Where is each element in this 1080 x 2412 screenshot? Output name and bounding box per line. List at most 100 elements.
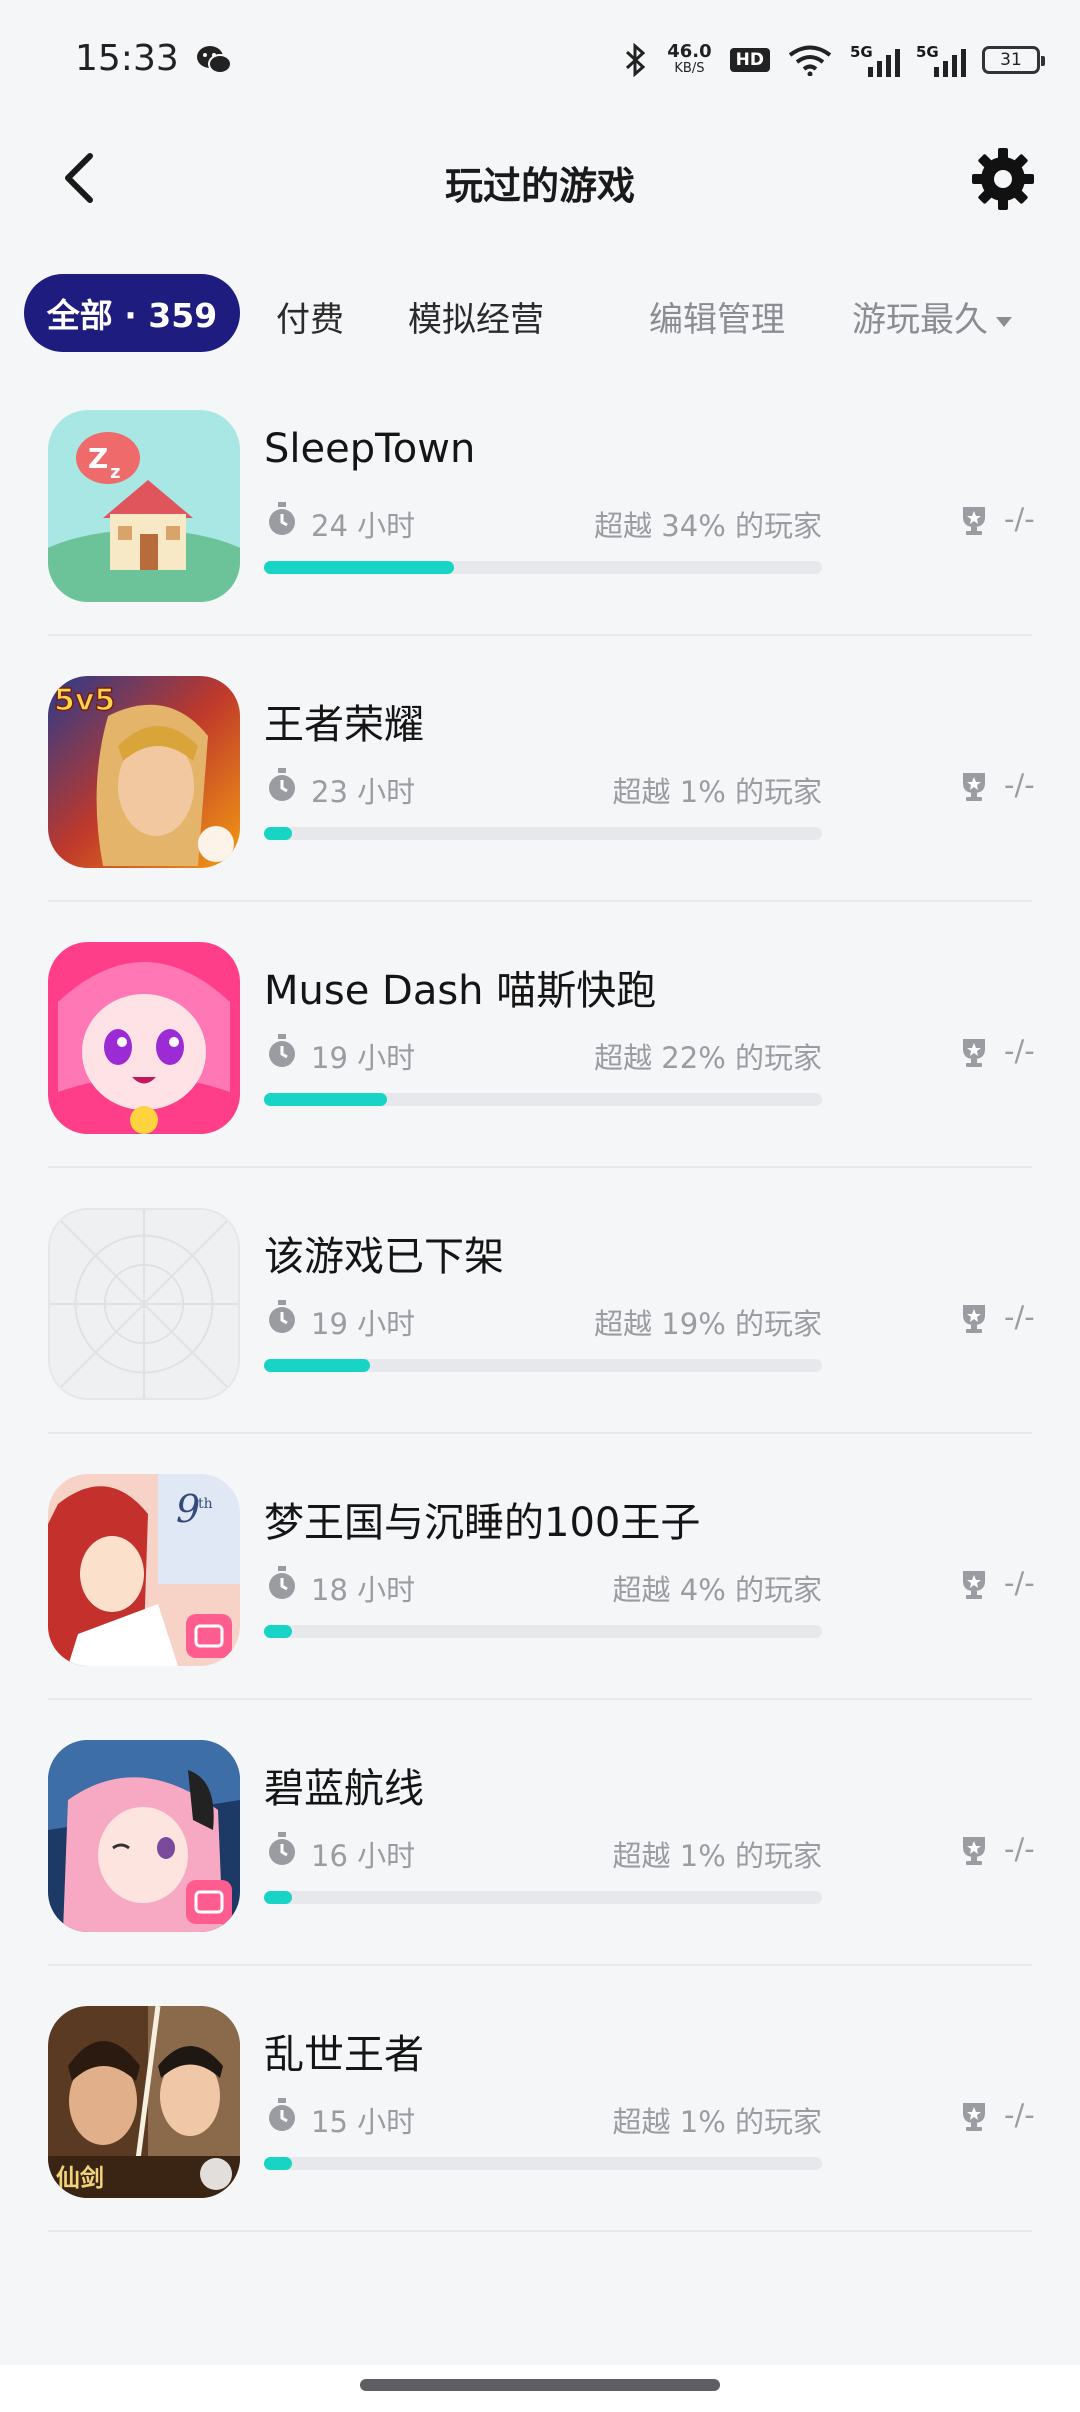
svg-text:z: z xyxy=(110,462,120,483)
play-hours: 23 小时 xyxy=(311,775,416,809)
muse-dash-app-icon xyxy=(48,942,240,1134)
bluetooth-icon xyxy=(626,43,646,77)
play-hours: 24 小时 xyxy=(311,509,416,543)
play-hours: 19 小时 xyxy=(311,1041,416,1075)
edit-manage-button[interactable]: 编辑管理 xyxy=(649,292,785,341)
game-list: Z z SleepTown 24 小时 超越 34% 的玩家 -/- 5v5 王… xyxy=(0,370,1080,2232)
svg-text:th: th xyxy=(198,1496,213,1512)
trophy-icon xyxy=(963,2103,985,2131)
svg-text:9: 9 xyxy=(176,1487,200,1531)
gear-icon[interactable] xyxy=(970,146,1036,212)
header: 玩过的游戏 xyxy=(0,130,1080,230)
sort-label: 游玩最久 xyxy=(852,300,988,340)
status-bar: 15:33 46.0 KB/S HD 5G 5G 31 xyxy=(0,0,1080,120)
trophy-icon xyxy=(963,1837,985,1865)
honor-of-kings-app-icon: 5v5 xyxy=(48,676,240,868)
progress-fill xyxy=(264,561,454,574)
sort-dropdown[interactable]: 游玩最久 xyxy=(852,292,1012,341)
trophy-icon xyxy=(963,1039,985,1067)
progress-track xyxy=(264,1359,822,1372)
hd-voice-badge: HD xyxy=(729,48,770,72)
list-item[interactable]: 该游戏已下架 19 小时 超越 19% 的玩家 -/- xyxy=(0,1168,1080,1434)
beats-percent: 超越 19% 的玩家 xyxy=(594,1307,822,1341)
svg-text:Z: Z xyxy=(88,442,108,475)
stopwatch-icon xyxy=(269,1832,295,1865)
list-item[interactable]: Z z SleepTown 24 小时 超越 34% 的玩家 -/- xyxy=(0,370,1080,636)
beats-percent: 超越 4% 的玩家 xyxy=(612,1573,822,1607)
filter-tabs: 全部 · 359 付费 模拟经营 编辑管理 游玩最久 xyxy=(24,274,1080,354)
luanshi-wangzhe-app-icon: 仙剑 xyxy=(48,2006,240,2198)
play-hours: 15 小时 xyxy=(311,2105,416,2139)
game-name: SleepTown xyxy=(264,426,476,472)
game-name: Muse Dash 喵斯快跑 xyxy=(264,968,657,1014)
play-hours: 18 小时 xyxy=(311,1573,416,1607)
stopwatch-icon xyxy=(269,502,295,535)
rank-value: -/- xyxy=(1004,502,1035,536)
progress-track xyxy=(264,1093,822,1106)
tab-simulation[interactable]: 模拟经营 xyxy=(408,292,544,341)
progress-fill xyxy=(264,1359,370,1372)
stopwatch-icon xyxy=(269,2098,295,2131)
game-name: 该游戏已下架 xyxy=(264,1234,504,1280)
page-title: 玩过的游戏 xyxy=(444,164,635,208)
stopwatch-icon xyxy=(269,1034,295,1067)
beats-percent: 超越 1% 的玩家 xyxy=(612,775,822,809)
wifi-icon xyxy=(788,45,832,76)
progress-track xyxy=(264,1891,822,1904)
svg-text:5v5: 5v5 xyxy=(54,683,115,718)
trophy-icon xyxy=(963,1571,985,1599)
list-item[interactable]: 5v5 王者荣耀 23 小时 超越 1% 的玩家 -/- xyxy=(0,636,1080,902)
caret-down-icon xyxy=(996,316,1012,327)
play-hours: 19 小时 xyxy=(311,1307,416,1341)
signal-sim2-icon: 5G xyxy=(916,43,966,77)
beats-percent: 超越 22% 的玩家 xyxy=(594,1041,822,1075)
progress-fill xyxy=(264,1093,387,1106)
list-item[interactable]: 9 th 梦王国与沉睡的100王子 18 小时 超越 4% 的玩家 -/- xyxy=(0,1434,1080,1700)
rank-value: -/- xyxy=(1004,1300,1035,1334)
beats-percent: 超越 1% 的玩家 xyxy=(612,1839,822,1873)
rank-value: -/- xyxy=(1004,1566,1035,1600)
rank-value: -/- xyxy=(1004,1832,1035,1866)
sleeptown-app-icon: Z z xyxy=(48,410,240,602)
progress-fill xyxy=(264,827,292,840)
tab-paid[interactable]: 付费 xyxy=(276,292,344,341)
progress-fill xyxy=(264,2157,292,2170)
azur-lane-app-icon xyxy=(48,1740,240,1932)
progress-track xyxy=(264,2157,822,2170)
beats-percent: 超越 1% 的玩家 xyxy=(612,2105,822,2139)
stopwatch-icon xyxy=(269,1566,295,1599)
svg-text:仙剑: 仙剑 xyxy=(56,2163,104,2192)
list-item[interactable]: Muse Dash 喵斯快跑 19 小时 超越 22% 的玩家 -/- xyxy=(0,902,1080,1168)
rank-value: -/- xyxy=(1004,1034,1035,1068)
status-time: 15:33 xyxy=(75,38,179,79)
progress-track xyxy=(264,561,822,574)
stopwatch-icon xyxy=(269,1300,295,1333)
status-icons: 46.0 KB/S HD 5G 5G 31 xyxy=(623,40,1045,80)
trophy-icon xyxy=(963,773,985,801)
placeholder-app-icon xyxy=(48,1208,240,1400)
trophy-icon xyxy=(963,1305,985,1333)
trophy-icon xyxy=(963,507,985,535)
signal-sim1-icon: 5G xyxy=(850,43,900,77)
progress-track xyxy=(264,827,822,840)
wechat-icon xyxy=(197,46,232,74)
game-name: 梦王国与沉睡的100王子 xyxy=(264,1500,701,1546)
dream-kingdom-app-icon: 9 th xyxy=(48,1474,240,1666)
list-item[interactable]: 碧蓝航线 16 小时 超越 1% 的玩家 -/- xyxy=(0,1700,1080,1966)
list-item[interactable]: 仙剑 乱世王者 15 小时 超越 1% 的玩家 -/- xyxy=(0,1966,1080,2232)
divider xyxy=(48,2230,1032,2232)
rank-value: -/- xyxy=(1004,2098,1035,2132)
game-name: 乱世王者 xyxy=(264,2032,424,2078)
beats-percent: 超越 34% 的玩家 xyxy=(594,509,822,543)
play-hours: 16 小时 xyxy=(311,1839,416,1873)
battery-icon: 31 xyxy=(982,46,1045,74)
game-name: 王者荣耀 xyxy=(264,702,424,748)
tab-all[interactable]: 全部 · 359 xyxy=(24,274,240,352)
home-indicator[interactable] xyxy=(360,2379,720,2391)
network-speed: 46.0 KB/S xyxy=(667,41,712,77)
progress-fill xyxy=(264,1891,292,1904)
progress-fill xyxy=(264,1625,292,1638)
game-name: 碧蓝航线 xyxy=(264,1766,424,1812)
stopwatch-icon xyxy=(269,768,295,801)
rank-value: -/- xyxy=(1004,768,1035,802)
